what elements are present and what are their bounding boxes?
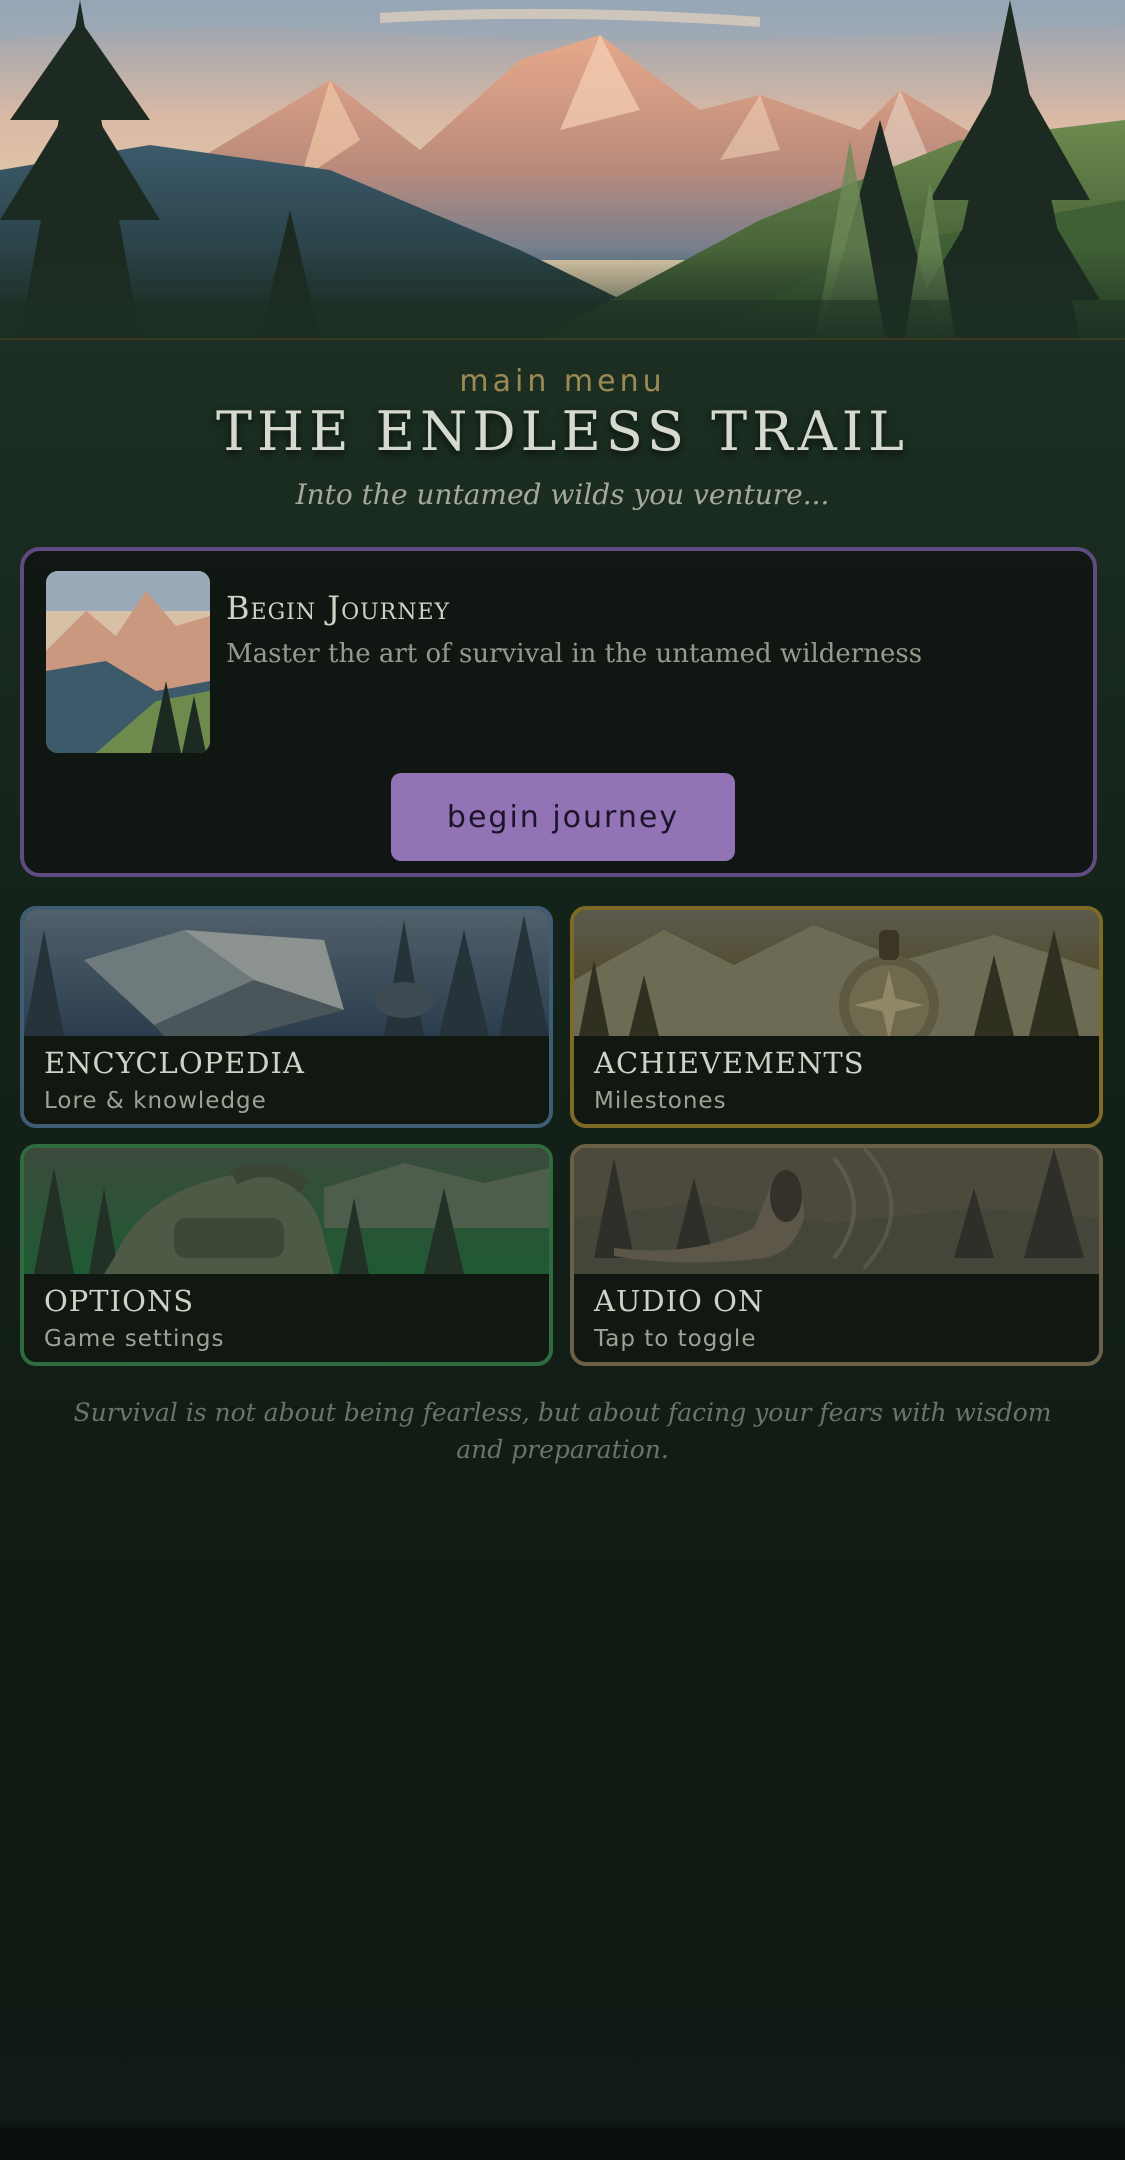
encyclopedia-tile[interactable]: ENCYCLOPEDIA Lore & knowledge <box>20 906 553 1128</box>
hero-divider <box>0 338 1125 340</box>
audio-toggle-tile[interactable]: AUDIO ON Tap to toggle <box>570 1144 1103 1366</box>
main-menu-screen: main menu THE ENDLESS TRAIL Into the unt… <box>0 0 1125 2160</box>
open-book-icon <box>24 910 549 1036</box>
bottom-bar <box>0 2128 1125 2160</box>
hero-landscape-image <box>0 0 1125 338</box>
achievements-tile[interactable]: ACHIEVEMENTS Milestones <box>570 906 1103 1128</box>
journey-thumbnail-image <box>46 571 210 753</box>
begin-journey-card: Begin Journey Master the art of survival… <box>20 547 1097 877</box>
game-title: THE ENDLESS TRAIL <box>215 400 909 463</box>
options-tile[interactable]: OPTIONS Game settings <box>20 1144 553 1366</box>
compass-medal-icon <box>574 910 1099 1036</box>
begin-journey-button[interactable]: begin journey <box>391 773 735 861</box>
game-subtitle: Into the untamed wilds you venture... <box>295 478 830 511</box>
options-subtitle: Game settings <box>44 1326 225 1352</box>
achievements-title: ACHIEVEMENTS <box>594 1046 865 1080</box>
audio-title: AUDIO ON <box>594 1284 765 1318</box>
encyclopedia-title: ENCYCLOPEDIA <box>44 1046 305 1080</box>
survival-quote: Survival is not about being fearless, bu… <box>73 1398 1052 1464</box>
encyclopedia-subtitle: Lore & knowledge <box>44 1088 267 1114</box>
options-title: OPTIONS <box>44 1284 195 1318</box>
begin-journey-title: Begin Journey <box>226 589 451 627</box>
audio-subtitle: Tap to toggle <box>594 1326 757 1352</box>
begin-journey-description: Master the art of survival in the untame… <box>226 639 923 669</box>
menu-kicker: main menu <box>459 364 666 399</box>
backpack-icon <box>24 1148 549 1274</box>
horn-icon <box>574 1148 1099 1274</box>
achievements-subtitle: Milestones <box>594 1088 727 1114</box>
